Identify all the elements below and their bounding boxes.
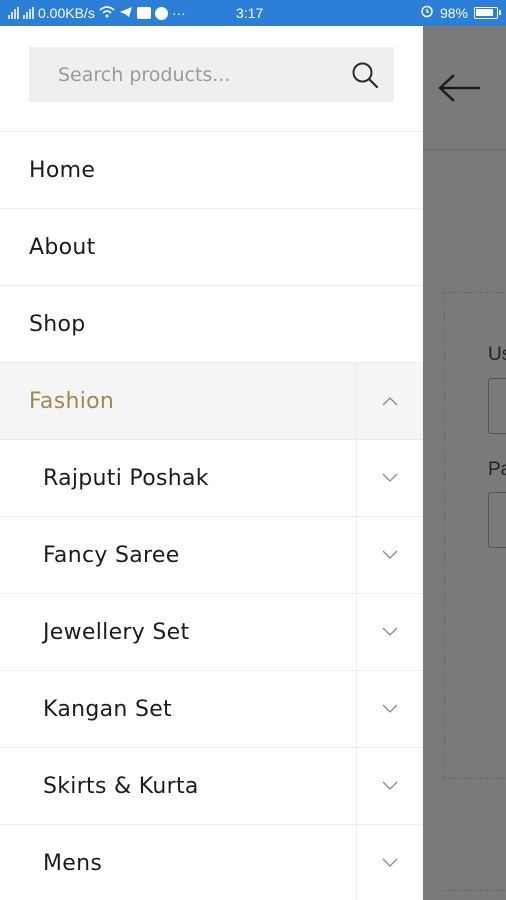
back-arrow-icon[interactable] <box>437 73 481 103</box>
password-label: Pa <box>488 459 506 480</box>
menu-item-label: About <box>29 234 96 260</box>
menu-item-fashion[interactable]: Fashion <box>0 363 423 440</box>
background-page-overlay[interactable]: Us Pa <box>423 26 506 900</box>
secondary-card <box>444 890 506 900</box>
menu-item-home[interactable]: Home <box>0 132 423 209</box>
expand-toggle[interactable] <box>356 594 423 670</box>
signal-icon <box>23 7 34 19</box>
password-field[interactable] <box>488 492 506 548</box>
status-bar: 0.00KB/s ··· 3:17 98% <box>0 0 506 26</box>
menu-item-about[interactable]: About <box>0 209 423 286</box>
submenu-item-jewellery-set[interactable]: Jewellery Set <box>0 594 423 671</box>
expand-toggle[interactable] <box>356 748 423 824</box>
menu-item-label: Fashion <box>29 388 115 414</box>
status-left: 0.00KB/s ··· <box>8 5 186 21</box>
net-speed: 0.00KB/s <box>38 5 95 21</box>
background-header <box>423 26 506 150</box>
username-field[interactable] <box>488 378 506 434</box>
clock: 3:17 <box>236 5 264 21</box>
submenu-item-label: Skirts & Kurta <box>43 773 199 799</box>
submenu-item-label: Jewellery Set <box>43 619 190 645</box>
chevron-down-icon <box>382 627 398 636</box>
submenu-item-label: Mens <box>43 850 103 876</box>
username-label: Us <box>488 344 506 365</box>
chevron-down-icon <box>382 781 398 790</box>
submenu-item-fancy-saree[interactable]: Fancy Saree <box>0 517 423 594</box>
expand-toggle[interactable] <box>356 825 423 900</box>
telegram-icon <box>119 5 133 21</box>
signal-icon <box>8 7 19 19</box>
submenu-item-rajputi-poshak[interactable]: Rajputi Poshak <box>0 440 423 517</box>
chevron-down-icon <box>382 704 398 713</box>
whatsapp-icon <box>154 6 168 20</box>
expand-toggle[interactable] <box>356 517 423 593</box>
expand-toggle[interactable] <box>356 671 423 747</box>
collapse-toggle[interactable] <box>356 363 423 439</box>
menu-item-label: Shop <box>29 311 86 337</box>
menu-item-label: Home <box>29 157 96 183</box>
search-box <box>29 47 394 102</box>
submenu-item-label: Kangan Set <box>43 696 172 722</box>
chevron-down-icon <box>382 473 398 482</box>
chevron-down-icon <box>382 858 398 867</box>
expand-toggle[interactable] <box>356 440 423 516</box>
alarm-icon <box>420 4 434 21</box>
more-notifications-icon: ··· <box>171 5 186 21</box>
chevron-up-icon <box>382 397 398 406</box>
submenu-item-mens[interactable]: Mens <box>0 825 423 900</box>
navigation-drawer: Home About Shop Fashion Rajputi Poshak F… <box>0 26 423 900</box>
battery-icon <box>474 6 501 19</box>
battery-percent: 98% <box>439 4 468 21</box>
submenu-item-skirts-kurta[interactable]: Skirts & Kurta <box>0 748 423 825</box>
wifi-icon <box>99 5 115 21</box>
menu-item-shop[interactable]: Shop <box>0 286 423 363</box>
chevron-down-icon <box>382 550 398 559</box>
submenu-item-label: Rajputi Poshak <box>43 465 209 491</box>
submenu-item-kangan-set[interactable]: Kangan Set <box>0 671 423 748</box>
submenu-item-label: Fancy Saree <box>43 542 180 568</box>
search-section <box>0 26 423 132</box>
search-icon[interactable] <box>350 60 380 90</box>
status-right: 98% <box>420 4 501 21</box>
main-menu: Home About Shop Fashion Rajputi Poshak F… <box>0 132 423 900</box>
search-input[interactable] <box>29 47 329 102</box>
youtube-icon <box>136 7 151 19</box>
